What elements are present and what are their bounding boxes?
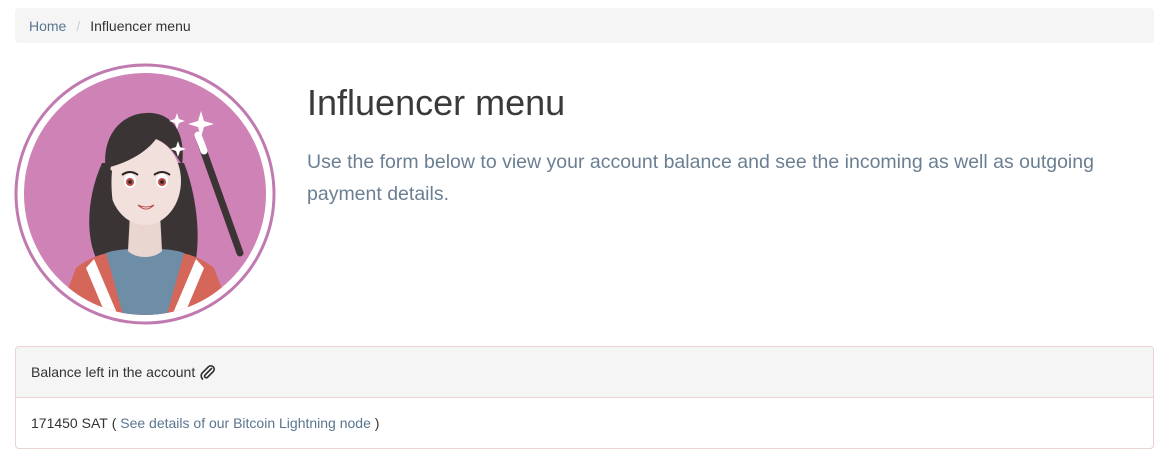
balance-heading-label: Balance left in the account — [31, 364, 196, 380]
page-description: Use the form below to view your account … — [307, 151, 1094, 205]
influencer-avatar — [14, 63, 276, 325]
breadcrumb: Home / Influencer menu — [15, 8, 1154, 43]
balance-panel-heading: Balance left in the account — [16, 347, 1153, 398]
balance-panel-body: 171450 SAT ( See details of our Bitcoin … — [16, 398, 1153, 448]
breadcrumb-current: Influencer menu — [90, 17, 191, 34]
page-title: Influencer menu — [307, 82, 566, 123]
paren-close: ) — [374, 415, 380, 431]
breadcrumb-separator: / — [76, 17, 81, 34]
paperclip-icon — [200, 364, 216, 380]
paren-open: ( — [111, 415, 117, 431]
hero-section: Influencer menu Use the form below to vi… — [307, 80, 1127, 210]
influencer-avatar-illustration — [14, 63, 276, 325]
breadcrumb-home-link[interactable]: Home — [29, 18, 66, 34]
lightning-node-details-link[interactable]: See details of our Bitcoin Lightning nod… — [120, 415, 371, 431]
balance-amount: 171450 SAT — [31, 415, 108, 431]
balance-panel: Balance left in the account 171450 SAT (… — [15, 346, 1154, 449]
